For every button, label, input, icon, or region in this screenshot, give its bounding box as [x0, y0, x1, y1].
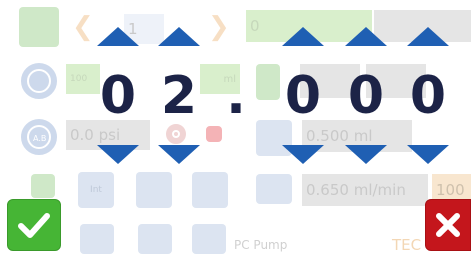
digit-5: 0: [347, 66, 385, 126]
digit-2-decrement-button[interactable]: [158, 145, 200, 164]
close-x-icon: [436, 213, 460, 237]
digit-1-decrement-button[interactable]: [97, 145, 139, 164]
digit-5-increment-button[interactable]: [345, 27, 387, 46]
digit-4-increment-button[interactable]: [282, 27, 324, 46]
digit-4-decrement-button[interactable]: [282, 145, 324, 164]
checkmark-icon: [18, 213, 50, 238]
digit-4: 0: [284, 66, 322, 126]
digit-6-decrement-button[interactable]: [407, 145, 449, 164]
digit-1: 0: [99, 66, 137, 126]
digit-2-increment-button[interactable]: [158, 27, 200, 46]
confirm-button[interactable]: [7, 199, 61, 251]
digit-6: 0: [409, 66, 447, 126]
digit-entry-overlay: 0 2 . 0 0 0: [0, 0, 471, 255]
digit-2: 2: [160, 66, 198, 126]
digit-6-increment-button[interactable]: [407, 27, 449, 46]
cancel-button[interactable]: [425, 199, 471, 251]
decimal-point: .: [226, 66, 246, 126]
digit-1-increment-button[interactable]: [97, 27, 139, 46]
digit-5-decrement-button[interactable]: [345, 145, 387, 164]
